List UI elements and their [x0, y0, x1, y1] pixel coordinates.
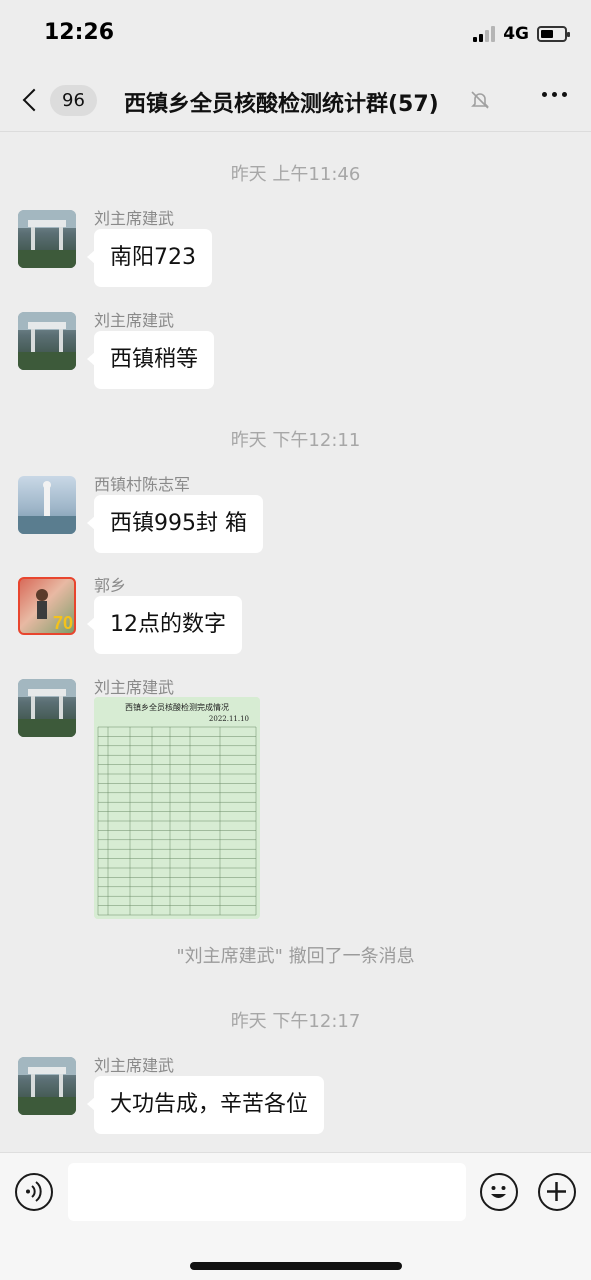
svg-text:2022.11.10: 2022.11.10 [209, 715, 249, 723]
sender-name: 郭乡 [94, 576, 127, 595]
svg-text:70: 70 [53, 613, 73, 633]
avatar[interactable] [18, 476, 76, 534]
recall-notice: "刘主席建武" 撤回了一条消息 [176, 946, 415, 967]
gate-avatar-icon [18, 1057, 76, 1115]
message-bubble[interactable]: 西镇995封 箱 [87, 495, 263, 553]
network-type: 4G [503, 24, 529, 44]
avatar[interactable] [18, 1057, 76, 1115]
home-indicator[interactable] [190, 1262, 402, 1270]
timestamp: 昨天 下午12:17 [230, 1011, 361, 1032]
person-avatar-icon: 70 [36, 589, 73, 633]
svg-text:西镇乡全员核酸检测完成情况: 西镇乡全员核酸检测完成情况 [125, 702, 229, 712]
sender-name: 刘主席建武 [94, 311, 175, 330]
status-time: 12:26 [44, 20, 115, 45]
message-bubble[interactable]: 大功告成，辛苦各位 [86, 1076, 325, 1134]
back-button[interactable]: 96 [18, 82, 98, 118]
message-input[interactable] [68, 1163, 466, 1221]
status-bar: 12:26 4G [0, 0, 591, 68]
unread-count-badge: 96 [50, 84, 97, 116]
sender-name: 刘主席建武 [94, 209, 175, 228]
avatar[interactable]: 70 [18, 577, 76, 635]
avatar[interactable] [18, 210, 76, 268]
chat-header: 96 西镇乡全员核酸检测统计群(57) [0, 68, 591, 132]
status-indicators: 4G [473, 24, 570, 44]
gate-avatar-icon [18, 210, 76, 268]
more-dots-icon[interactable] [542, 92, 567, 97]
statue-avatar-icon [18, 481, 76, 534]
voice-icon[interactable] [15, 1173, 53, 1211]
sender-name: 西镇村陈志军 [94, 475, 191, 494]
sender-name: 刘主席建武 [94, 1056, 175, 1075]
message-bubble[interactable]: 南阳723 [87, 229, 212, 287]
input-bar [0, 1152, 591, 1280]
battery-level [541, 30, 553, 38]
battery-icon [537, 26, 570, 42]
gate-avatar-icon [18, 679, 76, 737]
sender-name: 刘主席建武 [94, 678, 175, 697]
avatar[interactable] [18, 312, 76, 370]
plus-icon[interactable] [538, 1173, 576, 1211]
timestamp: 昨天 下午12:11 [230, 430, 361, 451]
back-chevron-icon [22, 88, 46, 112]
table-image-thumbnail: 西镇乡全员核酸检测完成情况 2022.11.10 [94, 697, 260, 919]
message-bubble[interactable]: 西镇稍等 [86, 331, 215, 389]
avatar[interactable] [18, 679, 76, 737]
signal-icon [473, 26, 496, 42]
timestamp: 昨天 上午11:46 [230, 164, 361, 185]
gate-avatar-icon [18, 312, 76, 370]
emoji-icon[interactable] [480, 1173, 518, 1211]
image-message[interactable]: 西镇乡全员核酸检测完成情况 2022.11.10 [94, 697, 260, 919]
message-bubble[interactable]: 12点的数字 [87, 596, 242, 654]
chat-title[interactable]: 西镇乡全员核酸检测统计群(57) [124, 86, 439, 118]
mute-bell-icon [471, 91, 489, 109]
